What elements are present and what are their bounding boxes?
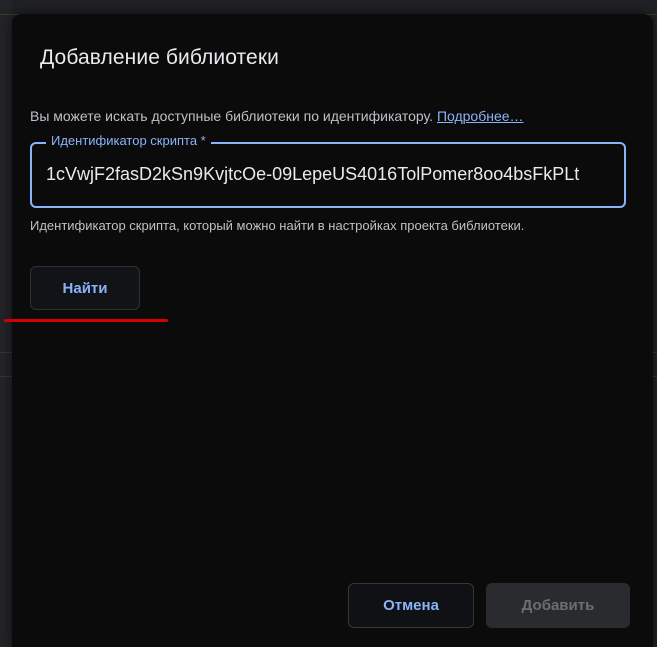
add-library-dialog: Добавление библиотеки Вы можете искать д…	[12, 14, 653, 647]
script-id-helper-text: Идентификатор скрипта, который можно най…	[30, 218, 525, 233]
script-id-label: Идентификатор скрипта *	[46, 133, 211, 148]
dialog-title: Добавление библиотеки	[40, 46, 279, 69]
annotation-underline	[4, 319, 168, 322]
script-id-field[interactable]: Идентификатор скрипта *	[30, 133, 626, 208]
find-button[interactable]: Найти	[30, 266, 140, 310]
add-button: Добавить	[486, 583, 630, 628]
script-id-input[interactable]	[46, 154, 610, 194]
cancel-button[interactable]: Отмена	[348, 583, 474, 628]
learn-more-link[interactable]: Подробнее…	[437, 108, 524, 124]
description-text: Вы можете искать доступные библиотеки по…	[30, 108, 434, 124]
dialog-description: Вы можете искать доступные библиотеки по…	[30, 108, 524, 124]
background-gutter	[0, 0, 12, 647]
